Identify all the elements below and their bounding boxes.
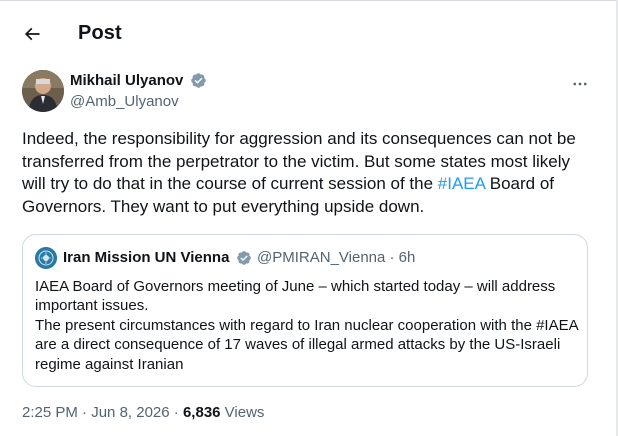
meta-separator: · <box>77 404 92 421</box>
quoted-text-line: The present circumstances with regard to… <box>35 316 578 373</box>
views-count: 6,836 <box>182 404 221 421</box>
verified-badge-icon <box>237 251 251 265</box>
quoted-author-name[interactable]: Iran Mission UN Vienna <box>63 249 229 266</box>
more-button[interactable] <box>566 72 594 96</box>
hashtag-link[interactable]: #IAEA <box>438 174 485 193</box>
post-date[interactable]: Jun 8, 2026 <box>91 404 169 421</box>
quoted-text-line: IAEA Board of Governors meeting of June … <box>35 278 556 315</box>
quoted-avatar-image <box>35 247 57 269</box>
views-label: Views <box>220 404 265 421</box>
post-time[interactable]: 2:25 PM <box>22 404 78 421</box>
back-arrow-icon <box>24 27 40 41</box>
more-icon <box>573 82 587 86</box>
window-top-edge <box>0 0 618 4</box>
post-header: Post <box>0 10 618 58</box>
avatar-image <box>22 70 64 112</box>
author-handle[interactable]: @Amb_Ulyanov <box>70 93 179 110</box>
quoted-post[interactable]: Iran Mission UN Vienna @PMIRAN_Vienna · … <box>22 234 588 387</box>
author-name[interactable]: Mikhail Ulyanov <box>70 72 183 89</box>
quoted-text: IAEA Board of Governors meeting of June … <box>35 277 580 374</box>
verified-badge-icon <box>191 73 206 88</box>
author-row: Mikhail Ulyanov @Amb_Ulyanov <box>22 70 602 114</box>
back-button[interactable] <box>16 18 48 50</box>
quoted-author-handle[interactable]: @PMIRAN_Vienna · 6h <box>257 249 415 266</box>
quoted-avatar[interactable] <box>35 247 57 269</box>
post-meta: 2:25 PM · Jun 8, 2026 · 6,836 Views <box>22 404 264 421</box>
page-title: Post <box>78 22 122 44</box>
meta-separator: · <box>169 404 183 421</box>
avatar[interactable] <box>22 70 64 112</box>
tweet-text: Indeed, the responsibility for aggressio… <box>22 128 597 218</box>
